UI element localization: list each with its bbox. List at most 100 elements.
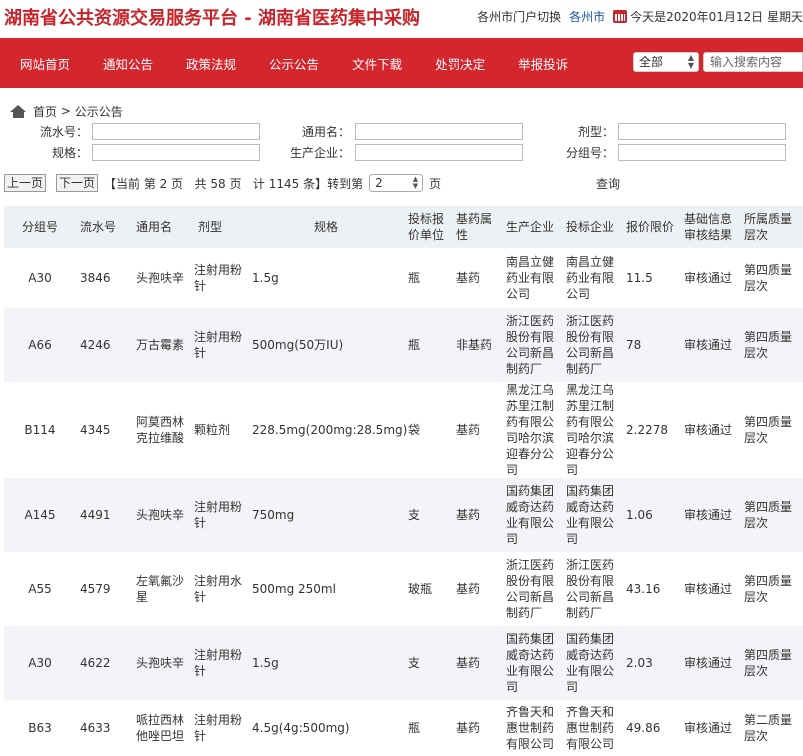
cell-spec: 4.5g(4g:500mg) bbox=[252, 721, 350, 735]
group-no-input[interactable] bbox=[618, 144, 786, 161]
query-button[interactable]: 查询 bbox=[596, 175, 620, 192]
calendar-icon bbox=[613, 10, 628, 23]
cell-bidder: 浙江医药股份有限公司新昌制药厂 bbox=[562, 308, 622, 382]
cell-group-no: B63 bbox=[28, 721, 52, 735]
cell-quality-level: 第四质量层次 bbox=[740, 478, 803, 552]
page-select-value: 2 bbox=[375, 176, 383, 190]
cell-price-unit: 支 bbox=[404, 478, 452, 552]
cell-spec: 500mg 250ml bbox=[252, 582, 336, 596]
current-date: 今天是2020年01月12日 星期天 bbox=[630, 10, 803, 24]
group-no-label: 分组号： bbox=[565, 146, 614, 160]
cell-generic-name: 阿莫西林克拉维酸 bbox=[136, 415, 185, 445]
cell-audit-result: 审核通过 bbox=[680, 308, 740, 382]
cell-generic-name: 头孢呋辛 bbox=[136, 271, 185, 285]
cell-price-unit: 玻瓶 bbox=[408, 582, 433, 596]
cell-dosage-form: 注射用粉针 bbox=[190, 626, 248, 700]
cell-price-unit: 瓶 bbox=[408, 721, 421, 735]
cell-audit-result: 审核通过 bbox=[680, 478, 740, 552]
table-header: 分组号 流水号 通用名 剂型 规格 投标报价单位 基药属性 生产企业 投标企业 … bbox=[4, 206, 803, 248]
cell-manufacturer: 南昌立健药业有限公司 bbox=[506, 255, 555, 301]
cell-price-limit: 43.16 bbox=[626, 582, 661, 596]
cell-essential-drug: 基药 bbox=[452, 626, 502, 700]
cell-price-limit: 78 bbox=[622, 308, 680, 382]
cell-spec: 1.5g bbox=[248, 626, 404, 700]
page-select[interactable]: 2 ▲ ▼ bbox=[369, 174, 424, 192]
select-arrows-icon: ▲ ▼ bbox=[412, 175, 419, 190]
manufacturer-input[interactable] bbox=[355, 144, 523, 161]
col-dosage-form: 剂型 bbox=[190, 206, 248, 248]
cell-price-unit: 袋 bbox=[408, 423, 421, 437]
spec-input[interactable] bbox=[92, 144, 260, 161]
city-link[interactable]: 各州市 bbox=[569, 8, 605, 25]
manufacturer-label: 生产企业： bbox=[289, 146, 350, 160]
table-row: B114 4345 阿莫西林克拉维酸 颗粒剂 228.5mg(200mg:28.5mg)… bbox=[4, 382, 803, 478]
portal-switch-link[interactable]: 各州市门户切换 bbox=[477, 8, 561, 25]
cell-audit-result: 审核通过 bbox=[680, 626, 740, 700]
cell-quality-level: 第四质量层次 bbox=[744, 415, 793, 445]
cell-generic-name: 头孢呋辛 bbox=[132, 478, 190, 552]
cell-essential-drug: 非基药 bbox=[452, 308, 502, 382]
breadcrumb-current: 公示公告 bbox=[74, 104, 123, 119]
generic-name-input[interactable] bbox=[355, 123, 523, 140]
cell-manufacturer: 国药集团威奇达药业有限公司 bbox=[502, 626, 562, 700]
table-row: A145 4491 头孢呋辛 注射用粉针 750mg 支基药 国药集团威奇达药业有限公司 国药… bbox=[4, 478, 803, 552]
cell-quality-level: 第四质量层次 bbox=[744, 574, 793, 604]
nav-notices[interactable]: 通知公告 bbox=[103, 54, 153, 73]
cell-price-unit: 支 bbox=[404, 626, 452, 700]
cell-generic-name: 哌拉西林他唑巴坦 bbox=[136, 713, 185, 743]
cell-serial-no: 3846 bbox=[80, 271, 111, 285]
cell-manufacturer: 浙江医药股份有限公司新昌制药厂 bbox=[506, 558, 555, 620]
table-row: A30 4622 头孢呋辛 注射用粉针 1.5g 支基药 国药集团威奇达药业有限公司 国药集团… bbox=[4, 626, 803, 700]
cell-audit-result: 审核通过 bbox=[684, 721, 733, 735]
cell-audit-result: 审核通过 bbox=[684, 582, 733, 596]
cell-essential-drug: 基药 bbox=[456, 721, 481, 735]
col-audit-result: 基础信息审核结果 bbox=[680, 206, 740, 248]
dosage-form-label: 剂型： bbox=[577, 125, 614, 139]
cell-group-no: A30 bbox=[4, 626, 76, 700]
col-price-unit: 投标报价单位 bbox=[404, 206, 452, 248]
cell-generic-name: 左氧氟沙星 bbox=[136, 574, 185, 604]
dosage-form-input[interactable] bbox=[618, 123, 786, 140]
col-essential-drug: 基药属性 bbox=[452, 206, 502, 248]
cell-audit-result: 审核通过 bbox=[684, 423, 733, 437]
scope-select[interactable]: 全部 ▲ ▼ bbox=[633, 52, 699, 72]
cell-bidder: 国药集团威奇达药业有限公司 bbox=[562, 626, 622, 700]
nav-complaints[interactable]: 举报投诉 bbox=[518, 54, 568, 73]
page-info: 【当前 第 2 页 共 58 页 计 1145 条】转到第 bbox=[104, 176, 364, 191]
cell-bidder: 浙江医药股份有限公司新昌制药厂 bbox=[566, 558, 615, 620]
breadcrumb-home[interactable]: 首页 bbox=[33, 103, 57, 120]
nav-policies[interactable]: 政策法规 bbox=[186, 54, 236, 73]
cell-price-unit: 瓶 bbox=[404, 308, 452, 382]
table-row: A55 4579 左氧氟沙星 注射用水针 500mg 250ml 玻瓶 基药 浙江医药股份有限… bbox=[4, 552, 803, 626]
cell-dosage-form: 注射用粉针 bbox=[190, 478, 248, 552]
serial-no-label: 流水号： bbox=[39, 125, 88, 139]
nav-penalties[interactable]: 处罚决定 bbox=[435, 54, 485, 73]
cell-group-no: A30 bbox=[28, 271, 52, 285]
nav-home[interactable]: 网站首页 bbox=[20, 54, 70, 73]
cell-price-limit: 2.2278 bbox=[626, 423, 668, 437]
cell-spec: 500mg(50万IU) bbox=[248, 308, 404, 382]
col-price-limit: 报价限价 bbox=[622, 206, 680, 248]
cell-price-unit: 瓶 bbox=[408, 271, 421, 285]
header-tools: 各州市门户切换 各州市 今天是2020年01月12日 星期天 bbox=[477, 8, 803, 25]
cell-manufacturer: 黑龙江乌苏里江制药有限公司哈尔滨迎春分公司 bbox=[506, 383, 555, 477]
cell-price-limit: 11.5 bbox=[626, 271, 653, 285]
nav-items: 网站首页 通知公告 政策法规 公示公告 文件下载 处罚决定 举报投诉 bbox=[20, 54, 601, 73]
cell-essential-drug: 基药 bbox=[456, 582, 481, 596]
prev-page-button[interactable]: 上一页 bbox=[4, 174, 47, 192]
serial-no-input[interactable] bbox=[92, 123, 260, 140]
nav-downloads[interactable]: 文件下载 bbox=[352, 54, 402, 73]
cell-group-no: A145 bbox=[4, 478, 76, 552]
generic-name-label: 通用名： bbox=[301, 125, 350, 139]
cell-serial-no: 4345 bbox=[80, 423, 111, 437]
cell-spec: 1.5g bbox=[252, 271, 279, 285]
col-bidder: 投标企业 bbox=[562, 206, 622, 248]
next-page-button[interactable]: 下一页 bbox=[56, 174, 99, 192]
breadcrumb-separator: > bbox=[57, 104, 75, 118]
nav-announcements[interactable]: 公示公告 bbox=[269, 54, 319, 73]
cell-bidder: 国药集团威奇达药业有限公司 bbox=[562, 478, 622, 552]
cell-dosage-form: 注射用水针 bbox=[194, 574, 243, 604]
search-input[interactable]: 输入搜索内容 bbox=[703, 52, 803, 72]
cell-serial-no: 4579 bbox=[80, 582, 111, 596]
cell-spec: 228.5mg(200mg:28.5mg) bbox=[252, 423, 408, 437]
